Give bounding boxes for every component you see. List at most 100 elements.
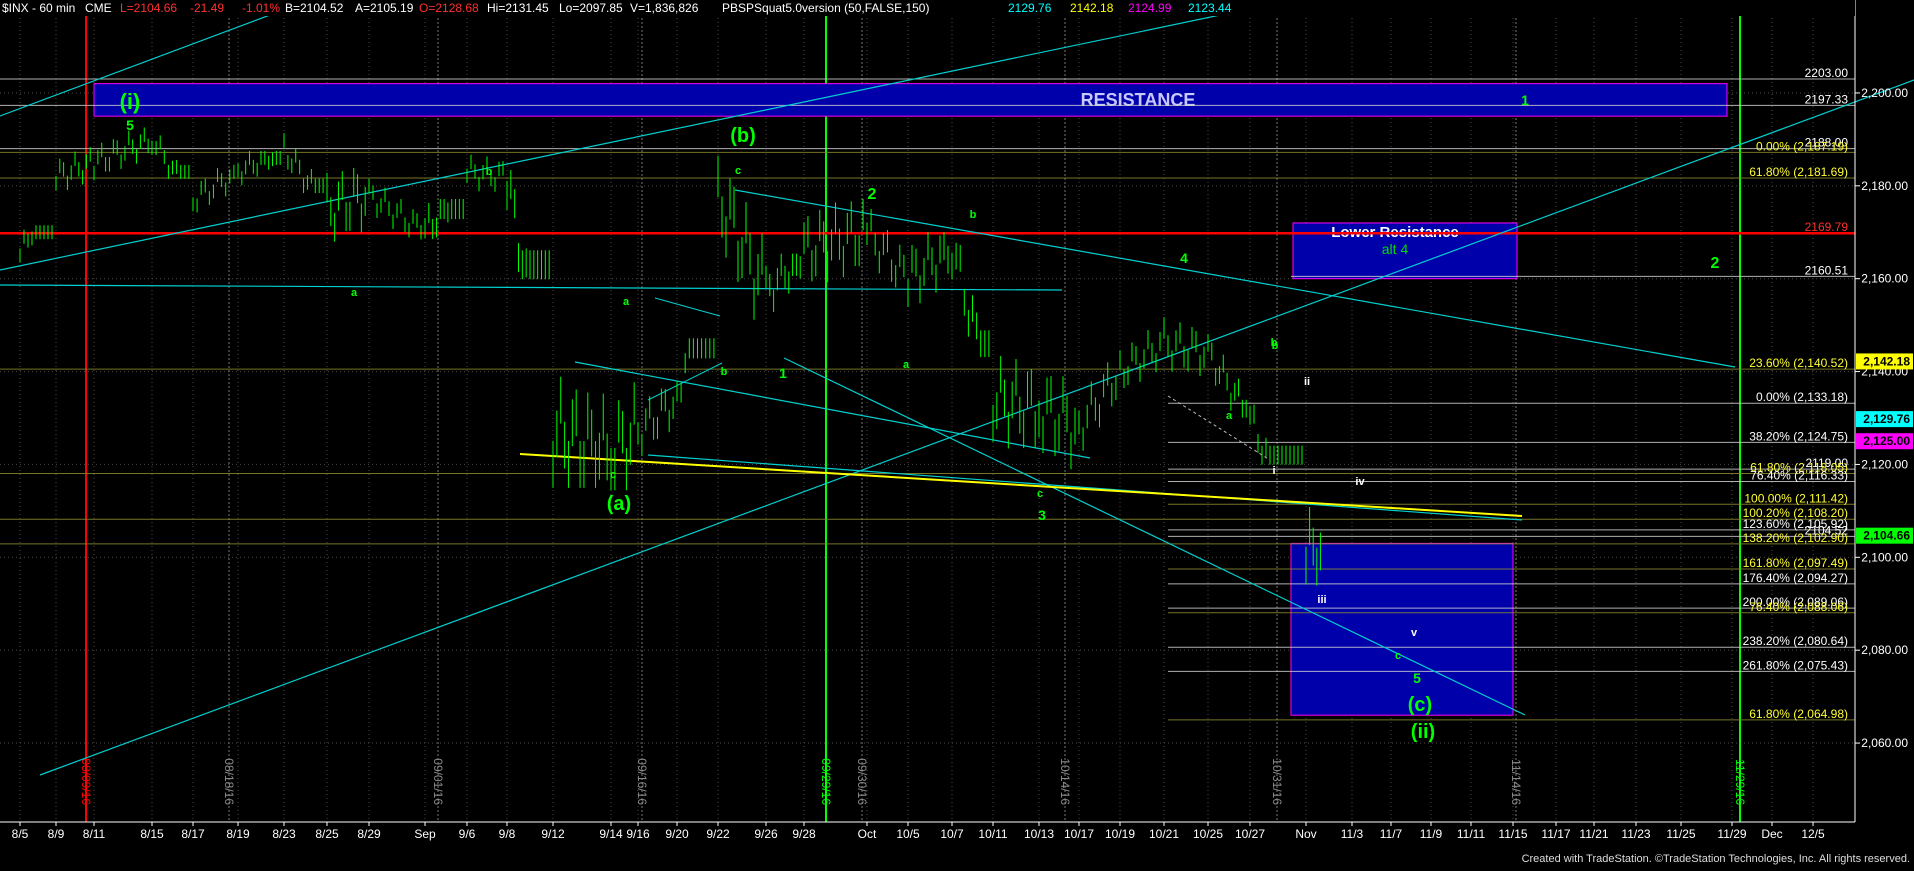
price-chart[interactable]: 08/09/16 08/18/16 09/01/16 09/16/16 09/29/16…	[0, 0, 1914, 866]
level-label: 2160.51	[1805, 263, 1849, 277]
time-tick-label: 10/13	[1024, 827, 1054, 841]
time-tick-label: 11/21	[1579, 827, 1608, 841]
wave-label: iv	[1355, 476, 1365, 488]
level-label: 23.60% (2,140.52)	[1749, 356, 1848, 370]
wave-label: b	[1272, 340, 1279, 352]
level-label: 261.80% (2,075.43)	[1743, 658, 1848, 672]
level-label: 76.40% (2,088.06)	[1749, 600, 1848, 614]
header-indicator-value: 2142.18	[1070, 1, 1114, 15]
time-tick-label: 9/6	[459, 827, 476, 841]
time-tick-label: 11/29	[1717, 827, 1746, 841]
level-label: 176.40% (2,094.27)	[1743, 571, 1848, 585]
level-label: 61.80% (2,064.98)	[1749, 707, 1848, 721]
time-tick-label: Oct	[858, 827, 877, 841]
time-tick-label: 8/5	[12, 827, 29, 841]
time-tick-label: 10/27	[1235, 827, 1265, 841]
time-tick-label: Nov	[1295, 827, 1316, 841]
header-indicator-value: 2129.76	[1008, 1, 1052, 15]
header-high: Hi=2131.45	[487, 1, 549, 15]
price-tick-label: 2,060.00	[1861, 736, 1908, 750]
time-tick-label: 11/15	[1498, 827, 1527, 841]
price-tag-label: 2,125.00	[1863, 434, 1910, 448]
wave-label: a	[903, 359, 910, 371]
wave-label: b	[970, 209, 977, 221]
time-tick-label: 10/7	[940, 827, 964, 841]
level-label: 100.00% (2,111.42)	[1744, 491, 1848, 505]
time-tick-label: 11/25	[1666, 827, 1695, 841]
level-label: 0.00% (2,133.18)	[1756, 390, 1848, 404]
price-tick-label: 2,080.00	[1861, 643, 1908, 657]
wave-label: (b)	[730, 125, 756, 147]
wave-label: b	[486, 166, 493, 178]
zone-box	[93, 83, 1728, 117]
chart-window: 08/09/16 08/18/16 09/01/16 09/16/16 09/29/16…	[0, 0, 1914, 866]
time-tick-label: 11/7	[1380, 827, 1403, 841]
wave-label: a	[351, 287, 358, 299]
time-tick-label: 8/29	[357, 827, 381, 841]
header-bid: B=2104.52	[285, 1, 344, 15]
time-tick-label: 9/20	[665, 827, 689, 841]
date-marker-label: 09/01/16	[431, 758, 445, 805]
time-tick-label: 10/25	[1193, 827, 1223, 841]
time-tick-label: 10/19	[1105, 827, 1135, 841]
level-label: 76.40% (2,116.33)	[1750, 468, 1848, 482]
wave-label: 5	[126, 117, 134, 133]
time-tick-label: 8/17	[181, 827, 205, 841]
date-marker-label: 09/30/16	[855, 758, 869, 805]
level-label: 2197.33	[1805, 92, 1849, 106]
level-label: 38.20% (2,124.75)	[1749, 429, 1848, 443]
price-tick-label: 2,180.00	[1861, 179, 1908, 193]
zone-sublabel: alt 4	[1382, 241, 1409, 257]
wave-label: b	[721, 366, 728, 378]
header-last: L=2104.66	[120, 1, 177, 15]
time-tick-label: 8/9	[48, 827, 65, 841]
time-tick-label: 8/15	[140, 827, 164, 841]
price-tick-label: 2,200.00	[1861, 86, 1908, 100]
header-low: Lo=2097.85	[559, 1, 623, 15]
wave-label: a	[1226, 410, 1233, 422]
time-tick-label: 11/17	[1541, 827, 1570, 841]
wave-label: 2	[868, 186, 877, 203]
date-marker-label: 10/31/16	[1270, 758, 1284, 805]
wave-label: ii	[1304, 376, 1310, 388]
date-marker-label: 08/09/16	[79, 758, 93, 805]
header-open: O=2128.68	[419, 1, 479, 15]
wave-label: (ii)	[1411, 721, 1435, 743]
header-indicator-value: 2124.99	[1128, 1, 1172, 15]
time-tick-label: 11/9	[1420, 827, 1443, 841]
time-tick-label: 9/16	[626, 827, 650, 841]
header-exchange: CME	[85, 1, 112, 15]
date-marker-label: 08/18/16	[222, 758, 236, 805]
header-change: -21.49	[190, 1, 224, 15]
wave-label: a	[623, 296, 630, 308]
time-tick-label: 8/11	[83, 827, 106, 841]
time-tick-label: 9/28	[792, 827, 816, 841]
time-tick-label: Sep	[414, 827, 436, 841]
wave-label: i	[1272, 465, 1275, 477]
date-marker-label: 09/29/16	[819, 758, 833, 805]
wave-label: 2	[1711, 255, 1720, 272]
header-volume: V=1,836,826	[630, 1, 699, 15]
price-tick-label: 2,160.00	[1861, 272, 1908, 286]
price-tick-label: 2,100.00	[1861, 550, 1908, 564]
wave-label: (c)	[1408, 694, 1432, 716]
level-label: 2169.79	[1805, 220, 1849, 234]
footer-credit: Created with TradeStation. ©TradeStation…	[1522, 853, 1910, 865]
time-tick-label: 8/25	[315, 827, 339, 841]
time-tick-label: 11/11	[1457, 827, 1486, 841]
header-change-pct: -1.01%	[242, 1, 280, 15]
wave-label: 5	[1413, 670, 1421, 686]
level-label: 161.80% (2,097.49)	[1743, 556, 1848, 570]
price-tag-label: 2,129.76	[1863, 412, 1910, 426]
time-tick-label: 10/11	[978, 827, 1007, 841]
level-label: 2203.00	[1805, 66, 1849, 80]
level-label: 0.00% (2,187.19)	[1756, 139, 1848, 153]
wave-label: 1	[1521, 92, 1529, 108]
time-tick-label: 10/5	[896, 827, 920, 841]
zone-label: RESISTANCE	[1081, 90, 1196, 110]
date-marker-label: 11/14/16	[1509, 759, 1523, 805]
time-tick-label: 9/26	[754, 827, 778, 841]
time-tick-label: 8/23	[272, 827, 296, 841]
time-tick-label: 8/19	[226, 827, 250, 841]
wave-label: 3	[1038, 507, 1046, 523]
